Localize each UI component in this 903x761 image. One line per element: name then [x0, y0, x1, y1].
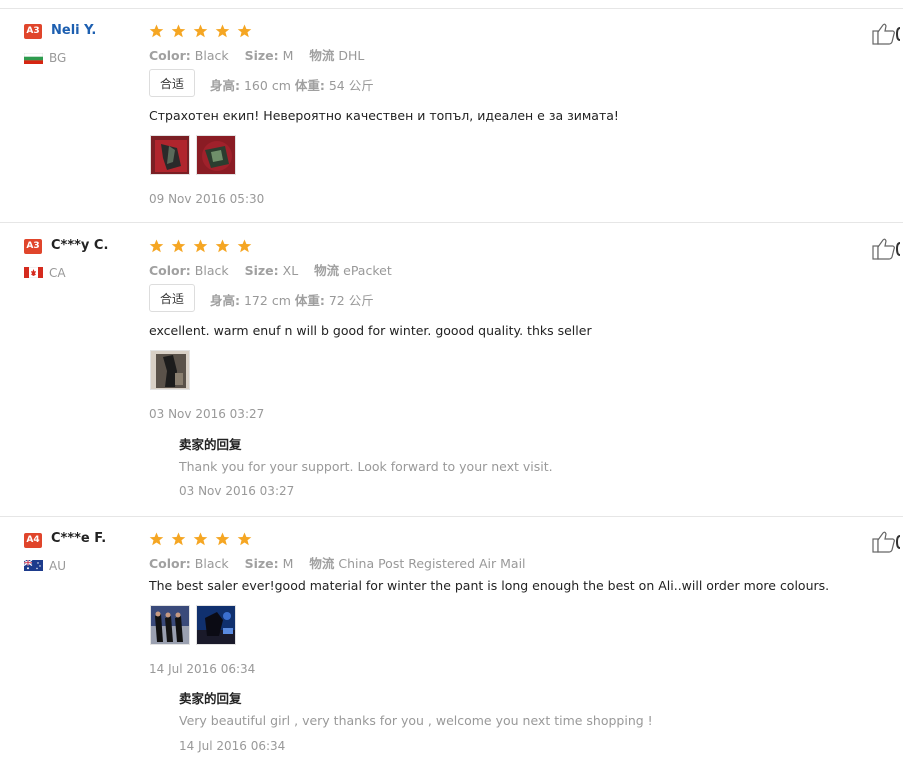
- body-measurements: 身高: 160 cm 体重: 54 公斤: [210, 75, 374, 94]
- weight-label: 体重:: [294, 293, 325, 308]
- color-label: Color:: [149, 556, 191, 571]
- size-label: Size:: [244, 48, 279, 63]
- review-photo[interactable]: [150, 605, 190, 645]
- buyer-name[interactable]: C***y C.: [51, 238, 108, 253]
- fit-tag: 合适: [149, 284, 195, 312]
- buyer-country: CA: [49, 266, 66, 280]
- buyer-country: BG: [49, 51, 67, 65]
- star-icon: [237, 239, 252, 253]
- review-text: The best saler ever!good material for wi…: [149, 578, 830, 593]
- buyer-level-badge: A4: [24, 533, 42, 548]
- star-icon: [149, 239, 164, 253]
- review-text: Страхотен екип! Невероятно качествен и т…: [149, 108, 619, 123]
- helpful-button[interactable]: [872, 530, 903, 554]
- star-icon: [171, 532, 186, 546]
- shipping-label: 物流: [309, 556, 335, 571]
- height-value: 160 cm: [243, 78, 291, 93]
- star-icon: [215, 24, 230, 38]
- thumbs-up-icon: [872, 531, 901, 553]
- review-photo[interactable]: [196, 135, 236, 175]
- weight-label: 体重:: [294, 78, 325, 93]
- star-rating: [149, 238, 254, 254]
- seller-reply-title: 卖家的回复: [179, 691, 242, 706]
- shipping-label: 物流: [314, 263, 340, 278]
- flag-australia-icon: [24, 560, 43, 571]
- review-text: excellent. warm enuf n will b good for w…: [149, 323, 592, 338]
- shipping-value: China Post Registered Air Mail: [338, 556, 526, 571]
- color-value: Black: [194, 48, 229, 63]
- helpful-button[interactable]: [872, 22, 903, 46]
- order-attributes: Color: Black Size: M 物流 DHL: [149, 45, 364, 64]
- star-icon: [149, 24, 164, 38]
- star-icon: [215, 532, 230, 546]
- buyer-level-badge: A3: [24, 24, 42, 39]
- seller-reply-date: 03 Nov 2016 03:27: [179, 484, 295, 498]
- star-rating: [149, 531, 254, 547]
- order-attributes: Color: Black Size: M 物流 China Post Regis…: [149, 553, 526, 572]
- star-icon: [171, 24, 186, 38]
- star-icon: [193, 532, 208, 546]
- buyer-country: AU: [49, 559, 66, 573]
- buyer-level-badge: A3: [24, 239, 42, 254]
- review-item: A3 C***y C. CA Color: Black Size: XL 物流 …: [0, 222, 903, 516]
- seller-reply-text: Thank you for your support. Look forward…: [179, 459, 553, 474]
- thumbs-up-icon: [872, 238, 901, 260]
- star-icon: [237, 24, 252, 38]
- color-value: Black: [194, 263, 229, 278]
- star-icon: [215, 239, 230, 253]
- star-rating: [149, 23, 254, 39]
- shipping-value: DHL: [338, 48, 365, 63]
- color-label: Color:: [149, 263, 191, 278]
- review-photo[interactable]: [150, 135, 190, 175]
- buyer-name[interactable]: Neli Y.: [51, 23, 96, 38]
- review-date: 09 Nov 2016 05:30: [149, 192, 265, 206]
- thumbs-up-icon: [872, 23, 901, 45]
- star-icon: [237, 532, 252, 546]
- size-label: Size:: [244, 263, 279, 278]
- seller-reply-date: 14 Jul 2016 06:34: [179, 739, 286, 753]
- flag-canada-icon: [24, 267, 43, 278]
- order-attributes: Color: Black Size: XL 物流 ePacket: [149, 260, 392, 279]
- weight-value: 72 公斤: [328, 293, 374, 308]
- fit-tag: 合适: [149, 69, 195, 97]
- color-label: Color:: [149, 48, 191, 63]
- star-icon: [193, 239, 208, 253]
- shipping-value: ePacket: [343, 263, 392, 278]
- size-value: XL: [282, 263, 299, 278]
- review-photo[interactable]: [150, 350, 190, 390]
- color-value: Black: [194, 556, 229, 571]
- shipping-label: 物流: [309, 48, 335, 63]
- height-label: 身高:: [210, 293, 240, 308]
- review-date: 14 Jul 2016 06:34: [149, 662, 256, 676]
- size-label: Size:: [244, 556, 279, 571]
- review-photo[interactable]: [196, 605, 236, 645]
- review-item: A3 Neli Y. BG Color: Black Size: M 物流 DH…: [0, 0, 903, 222]
- size-value: M: [282, 48, 294, 63]
- height-value: 172 cm: [243, 293, 291, 308]
- height-label: 身高:: [210, 78, 240, 93]
- star-icon: [149, 532, 164, 546]
- buyer-name[interactable]: C***e F.: [51, 531, 106, 546]
- flag-bulgaria-icon: [24, 53, 43, 64]
- weight-value: 54 公斤: [328, 78, 374, 93]
- seller-reply-text: Very beautiful girl , very thanks for yo…: [179, 713, 653, 728]
- review-date: 03 Nov 2016 03:27: [149, 407, 265, 421]
- star-icon: [171, 239, 186, 253]
- size-value: M: [282, 556, 294, 571]
- seller-reply-title: 卖家的回复: [179, 437, 242, 452]
- helpful-button[interactable]: [872, 237, 903, 261]
- review-item: A4 C***e F. AU Color: Black Size: M 物流 C…: [0, 516, 903, 761]
- star-icon: [193, 24, 208, 38]
- body-measurements: 身高: 172 cm 体重: 72 公斤: [210, 290, 374, 309]
